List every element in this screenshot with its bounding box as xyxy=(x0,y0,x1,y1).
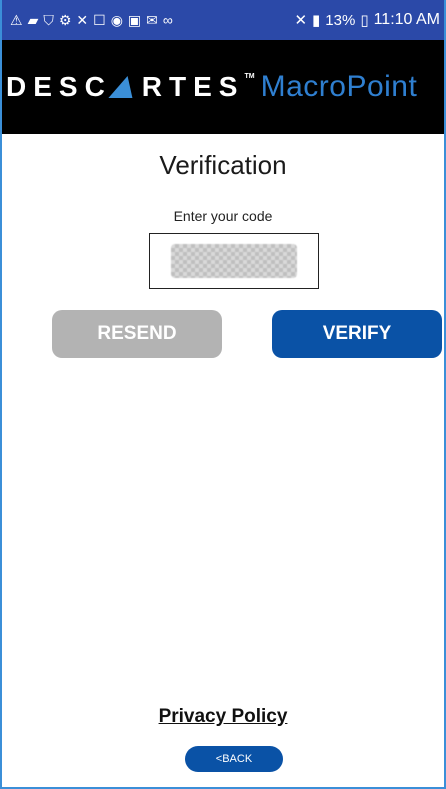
calendar-icon: ☐ xyxy=(93,12,106,28)
signal-icon: ▮ xyxy=(312,12,321,29)
hotspot-icon: ⚙ xyxy=(58,12,72,28)
clock: 11:10 AM xyxy=(373,11,440,28)
mail-icon: ✉ xyxy=(146,12,158,28)
resend-button[interactable]: RESEND xyxy=(52,310,222,358)
voicemail-icon: ∞ xyxy=(162,12,173,28)
status-bar: ⚠ ▰ ⛉ ⚙ ✕ ☐ ◉ ▣ ✉ ∞ ✕ ▮ 13% ▯ 11:10 AM xyxy=(2,0,444,40)
usb-icon: ✕ xyxy=(76,12,89,28)
macropoint-logo: MacroPoint xyxy=(260,70,418,103)
page-title: Verification xyxy=(159,150,287,180)
trademark: TM xyxy=(244,73,255,80)
app-header-logo: DESC RTES TM MacroPoint xyxy=(2,40,444,134)
brand-part2: RTES xyxy=(141,71,245,102)
code-label: Enter your code xyxy=(173,208,273,224)
privacy-policy-link[interactable]: Privacy Policy xyxy=(2,706,444,728)
warning-icon: ⚠ xyxy=(10,12,23,28)
wifi-icon: ⛉ xyxy=(43,12,54,28)
back-button[interactable]: <BACK xyxy=(185,746,283,772)
system-status: ✕ ▮ 13% ▯ 11:10 AM xyxy=(294,11,440,29)
message-icon: ▰ xyxy=(27,12,39,28)
app-screen: ⚠ ▰ ⛉ ⚙ ✕ ☐ ◉ ▣ ✉ ∞ ✕ ▮ 13% ▯ 11:10 AM D… xyxy=(0,0,446,789)
notification-icons: ⚠ ▰ ⛉ ⚙ ✕ ☐ ◉ ▣ ✉ ∞ xyxy=(10,13,173,27)
code-input[interactable] xyxy=(149,233,319,289)
brand-part1: DESC xyxy=(6,71,112,102)
mute-icon: ✕ xyxy=(294,12,308,29)
battery-icon: ▯ xyxy=(360,12,369,29)
battery-percent: 13% xyxy=(325,11,356,29)
app-icon: ◉ xyxy=(110,12,123,28)
obscured-code xyxy=(171,244,297,278)
descartes-logo: DESC RTES TM xyxy=(6,71,261,103)
verify-button[interactable]: VERIFY xyxy=(272,310,442,358)
image-icon: ▣ xyxy=(127,12,142,28)
logo-a-icon xyxy=(108,76,140,98)
